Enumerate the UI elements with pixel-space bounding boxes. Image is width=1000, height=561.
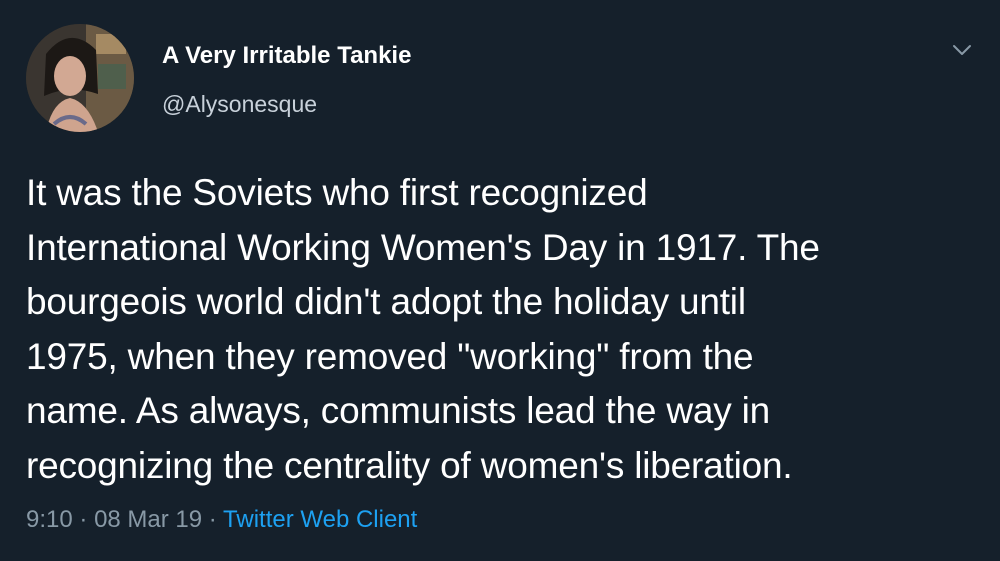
tweet-source-link[interactable]: Twitter Web Client xyxy=(223,506,417,533)
tweet-text-line: name. As always, communists lead the way… xyxy=(26,390,771,431)
tweet-header: A Very Irritable Tankie @Alysonesque xyxy=(26,24,974,134)
author-display-name[interactable]: A Very Irritable Tankie xyxy=(162,42,411,70)
chevron-down-icon[interactable] xyxy=(950,38,974,62)
tweet-text-line: recognizing the centrality of women's li… xyxy=(26,444,793,486)
avatar[interactable] xyxy=(26,24,134,132)
meta-separator: · xyxy=(79,506,88,533)
tweet-text-line: It was the Soviets who first recognized xyxy=(26,172,648,213)
author-handle[interactable]: @Alysonesque xyxy=(162,90,411,118)
tweet-text-line: 1975, when they removed "working" from t… xyxy=(26,335,754,377)
author-names: A Very Irritable Tankie @Alysonesque xyxy=(162,42,411,118)
tweet-text: It was the Soviets who first recognized … xyxy=(26,166,976,493)
avatar-image xyxy=(26,24,134,132)
meta-separator: · xyxy=(208,506,217,533)
tweet-meta: 9:10 · 08 Mar 19 · Twitter Web Client xyxy=(26,505,417,535)
tweet-card: A Very Irritable Tankie @Alysonesque It … xyxy=(0,0,1000,561)
tweet-text-line: bourgeois world didn't adopt the holiday… xyxy=(26,281,746,322)
tweet-time[interactable]: 9:10 xyxy=(26,506,73,533)
tweet-text-line: International Working Women's Day in 191… xyxy=(26,226,820,268)
tweet-date[interactable]: 08 Mar 19 xyxy=(94,506,202,533)
